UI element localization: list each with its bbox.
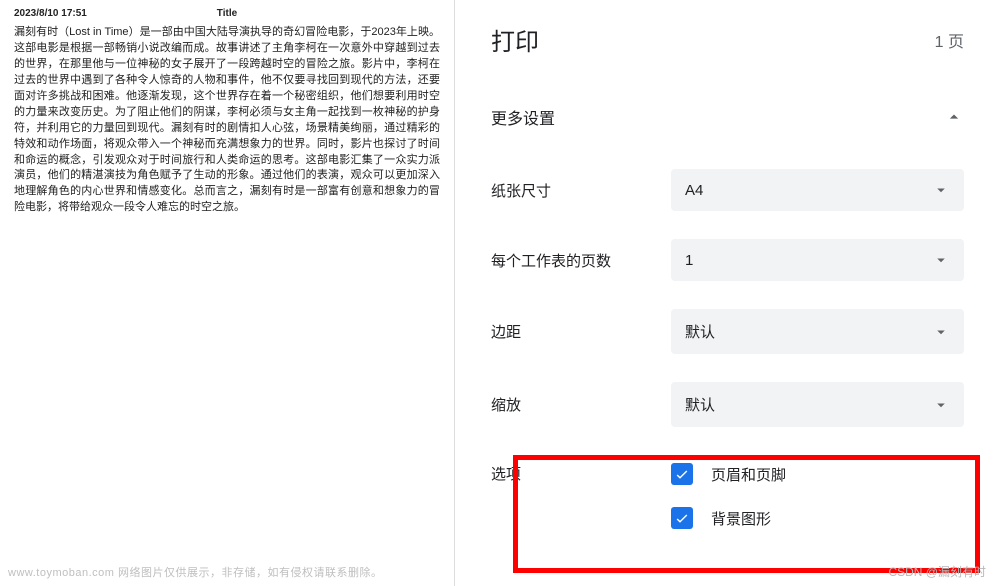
print-preview-pane: 2023/8/10 17:51 Title 漏刻有时（Lost in Time）… (0, 0, 455, 586)
page-count: 1 页 (935, 28, 964, 52)
headers-footers-option[interactable]: 页眉和页脚 (671, 463, 964, 485)
more-settings-label: 更多设置 (491, 105, 555, 129)
margins-select[interactable]: 默认 (671, 309, 964, 354)
dropdown-arrow-icon (932, 181, 950, 199)
pages-per-sheet-value: 1 (685, 252, 693, 269)
margins-label: 边距 (491, 321, 671, 342)
paper-size-value: A4 (685, 182, 703, 199)
check-icon (674, 466, 690, 482)
watermark-left: www.toymoban.com 网络图片仅供展示，非存储，如有侵权请联系删除。 (8, 564, 382, 580)
pages-per-sheet-label: 每个工作表的页数 (491, 250, 671, 271)
more-settings-toggle[interactable]: 更多设置 (455, 87, 1000, 155)
scale-select[interactable]: 默认 (671, 382, 964, 427)
settings-header: 打印 1 页 (455, 0, 1000, 87)
headers-footers-label: 页眉和页脚 (711, 464, 786, 485)
options-label: 选项 (491, 463, 671, 484)
dropdown-arrow-icon (932, 251, 950, 269)
chevron-up-icon (944, 107, 964, 127)
background-graphics-label: 背景图形 (711, 508, 771, 529)
headers-footers-checkbox[interactable] (671, 463, 693, 485)
paper-size-label: 纸张尺寸 (491, 180, 671, 201)
doc-title: Title (0, 8, 454, 19)
margins-row: 边距 默认 (455, 295, 1000, 368)
background-graphics-checkbox[interactable] (671, 507, 693, 529)
print-settings-pane: 打印 1 页 更多设置 纸张尺寸 A4 每个工作表的页数 1 边距 默认 (455, 0, 1000, 586)
dropdown-arrow-icon (932, 396, 950, 414)
check-icon (674, 510, 690, 526)
document-header: 2023/8/10 17:51 Title (12, 8, 442, 23)
watermark-right: CSDN @漏刻有时 (888, 563, 986, 580)
paper-size-select[interactable]: A4 (671, 169, 964, 211)
print-title: 打印 (491, 22, 539, 57)
pages-per-sheet-row: 每个工作表的页数 1 (455, 225, 1000, 295)
scale-label: 缩放 (491, 394, 671, 415)
scale-row: 缩放 默认 (455, 368, 1000, 441)
margins-value: 默认 (685, 321, 715, 342)
document-body: 漏刻有时（Lost in Time）是一部由中国大陆导演执导的奇幻冒险电影，于2… (12, 23, 442, 218)
paper-size-row: 纸张尺寸 A4 (455, 155, 1000, 225)
dropdown-arrow-icon (932, 323, 950, 341)
options-row: 选项 页眉和页脚 背景图形 (455, 441, 1000, 543)
pages-per-sheet-select[interactable]: 1 (671, 239, 964, 281)
background-graphics-option[interactable]: 背景图形 (671, 507, 964, 529)
scale-value: 默认 (685, 394, 715, 415)
